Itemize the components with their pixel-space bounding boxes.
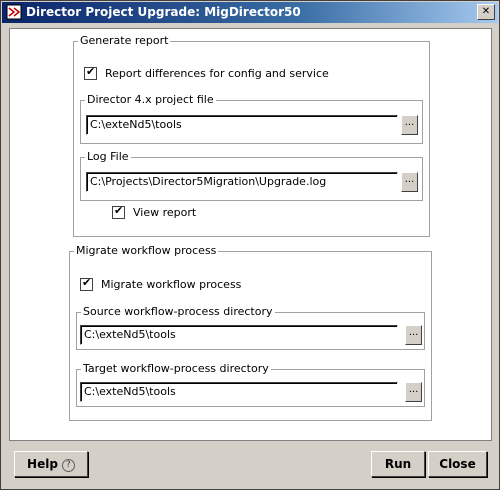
project-file-legend: Director 4.x project file	[85, 93, 216, 107]
title-bar[interactable]: Director Project Upgrade: MigDirector50 …	[2, 2, 498, 23]
target-directory-legend: Target workflow-process directory	[81, 362, 271, 376]
source-directory-field[interactable]	[80, 325, 398, 345]
migrate-workflow-check-box[interactable]	[80, 276, 93, 291]
target-directory-field[interactable]	[80, 382, 398, 402]
source-directory-group: Source workflow-process directory ...	[76, 305, 425, 350]
migrate-workflow-label: Migrate workflow process	[101, 278, 242, 291]
view-report-label: View report	[133, 206, 197, 219]
target-directory-browse-button[interactable]: ...	[405, 382, 422, 402]
generate-report-legend: Generate report	[78, 34, 171, 48]
close-button[interactable]: Close	[428, 451, 487, 477]
report-differences-label: Report differences for config and servic…	[105, 67, 329, 80]
source-directory-input[interactable]	[84, 327, 395, 342]
log-file-field[interactable]	[86, 172, 398, 192]
source-directory-legend: Source workflow-process directory	[81, 305, 275, 319]
migrate-workflow-checkbox[interactable]: Migrate workflow process	[80, 276, 242, 291]
project-file-field[interactable]	[86, 115, 398, 135]
source-directory-browse-button[interactable]: ...	[405, 325, 422, 345]
target-directory-input[interactable]	[84, 384, 395, 399]
log-file-group: Log File ...	[80, 150, 423, 201]
log-file-browse-button[interactable]: ...	[401, 172, 418, 192]
generate-report-group: Generate report Report differences for c…	[73, 34, 430, 237]
content-panel: Generate report Report differences for c…	[9, 28, 492, 441]
migrate-workflow-group: Migrate workflow process Migrate workflo…	[69, 244, 432, 421]
close-window-icon[interactable]: ✕	[477, 4, 495, 20]
report-differences-check-box[interactable]	[84, 65, 97, 80]
project-file-input[interactable]	[90, 117, 395, 132]
migrate-workflow-legend: Migrate workflow process	[74, 244, 219, 258]
log-file-input[interactable]	[90, 174, 395, 189]
target-directory-group: Target workflow-process directory ...	[76, 362, 425, 407]
help-icon: ?	[61, 459, 75, 472]
help-button-label: Help	[27, 457, 58, 471]
project-file-browse-button[interactable]: ...	[401, 115, 418, 135]
report-differences-checkbox[interactable]: Report differences for config and servic…	[84, 65, 329, 80]
view-report-check-box[interactable]	[112, 204, 125, 219]
log-file-legend: Log File	[85, 150, 131, 164]
window-title: Director Project Upgrade: MigDirector50	[26, 5, 301, 19]
dialog-window: Director Project Upgrade: MigDirector50 …	[0, 0, 500, 490]
project-file-group: Director 4.x project file ...	[80, 93, 423, 144]
app-icon	[6, 4, 22, 20]
help-button[interactable]: Help?	[14, 451, 88, 477]
run-button[interactable]: Run	[371, 451, 425, 477]
view-report-checkbox[interactable]: View report	[112, 204, 197, 219]
